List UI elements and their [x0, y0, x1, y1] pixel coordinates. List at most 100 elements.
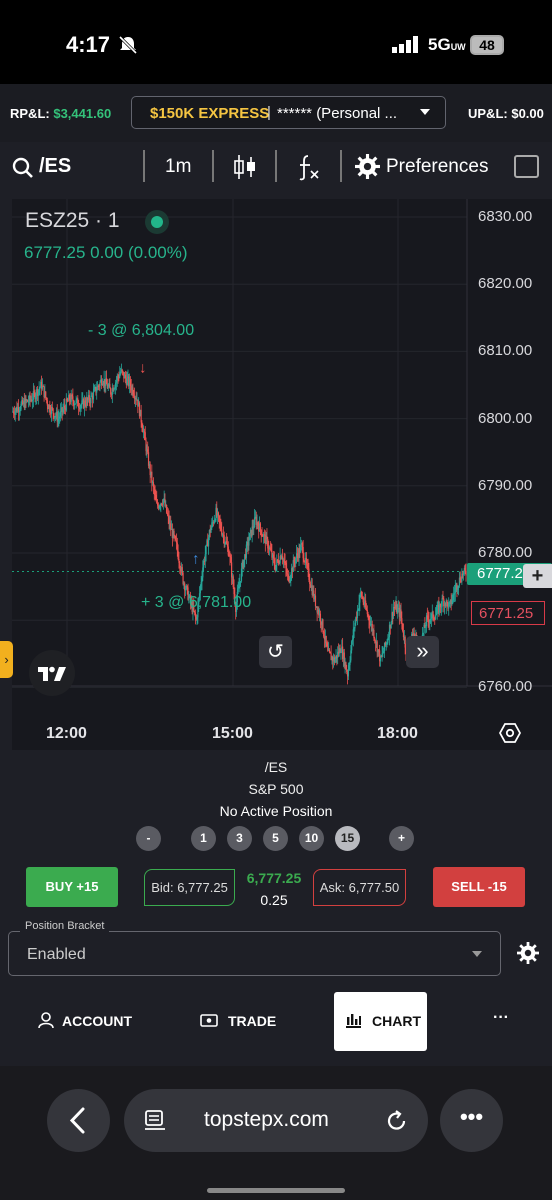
candle-body [167, 514, 169, 517]
candle-body [402, 631, 405, 638]
candle-body [59, 416, 61, 418]
candle-body [57, 418, 59, 422]
order-price-label[interactable]: 6771.25 [471, 601, 545, 625]
candle-body [77, 398, 79, 407]
candle-body [289, 579, 291, 582]
candle-body [278, 563, 280, 565]
candle-body [153, 486, 155, 493]
candle-body [217, 512, 220, 516]
account-separator: | [267, 104, 271, 121]
settings-hex-icon[interactable] [499, 722, 521, 744]
candle-body [434, 615, 437, 620]
candle-body [249, 533, 251, 541]
candle-body [302, 547, 304, 559]
candle-body [309, 579, 311, 585]
candle-body [267, 539, 269, 549]
candle-body [141, 422, 143, 428]
candle-body [347, 668, 349, 677]
qty-option-5[interactable]: 5 [263, 826, 288, 851]
search-icon[interactable] [12, 157, 34, 179]
buy-button[interactable]: BUY +15 [26, 867, 118, 907]
symbol-search[interactable]: /ES [39, 155, 71, 178]
qty-option-1[interactable]: 1 [191, 826, 216, 851]
qty-option-10[interactable]: 10 [299, 826, 324, 851]
candle-body [306, 563, 308, 566]
candle-body [99, 381, 101, 387]
user-icon [38, 1012, 54, 1029]
candle-body [218, 515, 220, 521]
qty-increase-button[interactable]: + [389, 826, 414, 851]
candle-body [402, 623, 404, 632]
candle-body [459, 577, 461, 582]
candle-body [365, 607, 368, 610]
candle-body [199, 585, 201, 594]
nav-trade[interactable]: TRADE [228, 1013, 276, 1029]
qty-option-3[interactable]: 3 [227, 826, 252, 851]
browser-back-button[interactable] [47, 1089, 110, 1152]
sell-fill-label: - 3 @ 6,804.00 [88, 322, 195, 339]
qty-option-15[interactable]: 15 [335, 826, 360, 851]
account-selector[interactable]: $150K EXPRESS | ****** (Personal ... [131, 96, 446, 129]
candle-body [39, 387, 41, 389]
candle-body [448, 602, 451, 604]
indicators-icon[interactable] [296, 153, 322, 181]
candle-body [452, 595, 454, 601]
ask-price[interactable]: Ask: 6,777.50 [313, 869, 406, 906]
nav-account[interactable]: ACCOUNT [62, 1013, 132, 1029]
candle-body [435, 613, 437, 616]
page-menu-icon[interactable] [144, 1110, 166, 1132]
candle-body [293, 560, 295, 563]
preferences-button[interactable]: Preferences [386, 156, 488, 178]
candle-body [181, 567, 183, 573]
candle-body [221, 529, 223, 535]
candle-body [248, 540, 250, 546]
reset-chart-icon[interactable]: ↺ [259, 636, 292, 668]
layout-toggle[interactable] [514, 155, 539, 178]
address-bar[interactable]: topstepx.com [124, 1089, 428, 1152]
candle-body [354, 622, 356, 629]
candle-body [290, 576, 292, 580]
gear-icon[interactable] [517, 942, 539, 964]
candle-body [223, 535, 225, 544]
candle-body [140, 409, 142, 423]
candle-body [74, 403, 76, 405]
candle-body [425, 615, 428, 627]
gear-icon[interactable] [355, 154, 380, 179]
candle-body [156, 499, 158, 503]
timeframe-button[interactable]: 1m [165, 156, 191, 178]
candle-body [340, 652, 342, 654]
candle-body [161, 504, 164, 506]
home-indicator [207, 1188, 345, 1193]
candle-body [210, 527, 212, 533]
bid-price[interactable]: Bid: 6,777.25 [144, 869, 235, 906]
nav-more[interactable]: ··· [493, 1009, 509, 1027]
candle-body [179, 562, 181, 569]
candle-body [115, 382, 117, 388]
scroll-to-latest-icon[interactable]: » [406, 636, 439, 668]
candle-body [80, 405, 82, 407]
candle-body [27, 400, 29, 402]
add-order-button[interactable]: + [523, 564, 552, 588]
candle-body [32, 391, 34, 400]
candle-body [388, 637, 390, 639]
candle-body [461, 573, 463, 582]
candle-body [46, 400, 48, 406]
candle-body [253, 527, 255, 529]
browser-menu-button[interactable]: ••• [440, 1089, 503, 1152]
candle-body [382, 653, 384, 655]
candle-body [196, 617, 198, 620]
candle-body [13, 411, 15, 414]
side-panel-toggle[interactable]: › [0, 641, 13, 678]
nav-chart[interactable]: CHART [372, 1013, 421, 1029]
qty-decrease-button[interactable]: - [136, 826, 161, 851]
candle-body [427, 615, 429, 620]
candles-icon[interactable] [233, 153, 257, 181]
sell-button[interactable]: SELL -15 [433, 867, 525, 907]
candle-body [202, 567, 204, 578]
candle-body [59, 411, 62, 417]
last-price: 6,777.25 [246, 870, 302, 886]
candle-body [194, 612, 197, 617]
candle-body [219, 520, 221, 524]
candle-body [314, 595, 317, 607]
reload-icon[interactable] [386, 1109, 408, 1132]
